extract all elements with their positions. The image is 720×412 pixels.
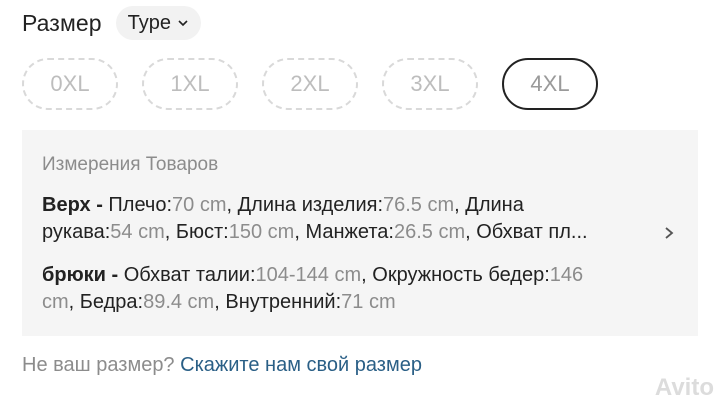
measure-key: Манжета: <box>305 221 394 243</box>
avito-watermark: Avito <box>654 374 714 401</box>
measure-value: 54 cm <box>110 221 165 243</box>
pants-line-2: cm, Бедра:89.4 cm, Внутренний:71 cm <box>42 291 396 313</box>
size-help-footer: Не ваш размер? Скажите нам свой размер <box>22 354 422 377</box>
size-option-3xl[interactable]: 3XL <box>382 58 478 110</box>
tell-us-size-link[interactable]: Скажите нам свой размер <box>180 354 422 376</box>
size-header: Размер Type <box>22 6 202 40</box>
measure-key: Бюст: <box>175 221 229 243</box>
type-dropdown-button[interactable]: Type <box>115 6 202 40</box>
size-option-4xl[interactable]: 4XL <box>502 58 598 110</box>
top-label: Верх - <box>42 194 103 216</box>
measure-value: 26.5 cm <box>393 221 466 243</box>
measure-key: Окружность бедер: <box>372 264 550 286</box>
measure-value: 71 cm <box>341 291 396 313</box>
chevron-down-icon <box>178 20 188 27</box>
measure-key: рукава: <box>42 221 111 243</box>
measure-value: 104-144 cm <box>255 264 362 286</box>
measure-value: cm <box>42 291 69 313</box>
measure-key: Плечо: <box>108 194 173 216</box>
pants-label: брюки - <box>42 264 119 286</box>
top-line-2: рукава:54 cm, Бюст:150 cm, Манжета:26.5 … <box>42 221 588 243</box>
chevron-right-icon[interactable] <box>662 226 676 240</box>
measure-key: Внутренний: <box>225 291 342 313</box>
measure-key: Длина изделия: <box>237 194 383 216</box>
measure-value: 70 cm <box>172 194 227 216</box>
measure-key: Обхват пл... <box>476 221 588 243</box>
top-measurements: Верх - Плечо:70 cm, Длина изделия:76.5 c… <box>42 192 642 246</box>
measure-key: Длина <box>465 194 524 216</box>
measurements-panel[interactable]: Измерения Товаров Верх - Плечо:70 cm, Дл… <box>22 130 698 336</box>
size-title: Размер <box>22 9 102 36</box>
measure-key: Бедра: <box>79 291 144 313</box>
size-options: 0XL 1XL 2XL 3XL 4XL <box>22 58 622 110</box>
measure-value: 76.5 cm <box>383 194 455 216</box>
measure-value: 89.4 cm <box>143 291 215 313</box>
measure-value: 146 <box>549 264 584 286</box>
pants-line-1: брюки - Обхват талии:104-144 cm, Окружно… <box>42 264 584 286</box>
top-line-1: Верх - Плечо:70 cm, Длина изделия:76.5 c… <box>42 194 524 216</box>
measurements-title: Измерения Товаров <box>42 154 219 175</box>
size-option-1xl[interactable]: 1XL <box>142 58 238 110</box>
pants-measurements: брюки - Обхват талии:104-144 cm, Окружно… <box>42 262 642 316</box>
size-option-0xl[interactable]: 0XL <box>22 58 118 110</box>
measure-key: Обхват талии: <box>123 264 256 286</box>
size-option-2xl[interactable]: 2XL <box>262 58 358 110</box>
measure-value: 150 cm <box>228 221 295 243</box>
type-label: Type <box>127 11 172 34</box>
size-help-question: Не ваш размер? <box>22 354 175 376</box>
